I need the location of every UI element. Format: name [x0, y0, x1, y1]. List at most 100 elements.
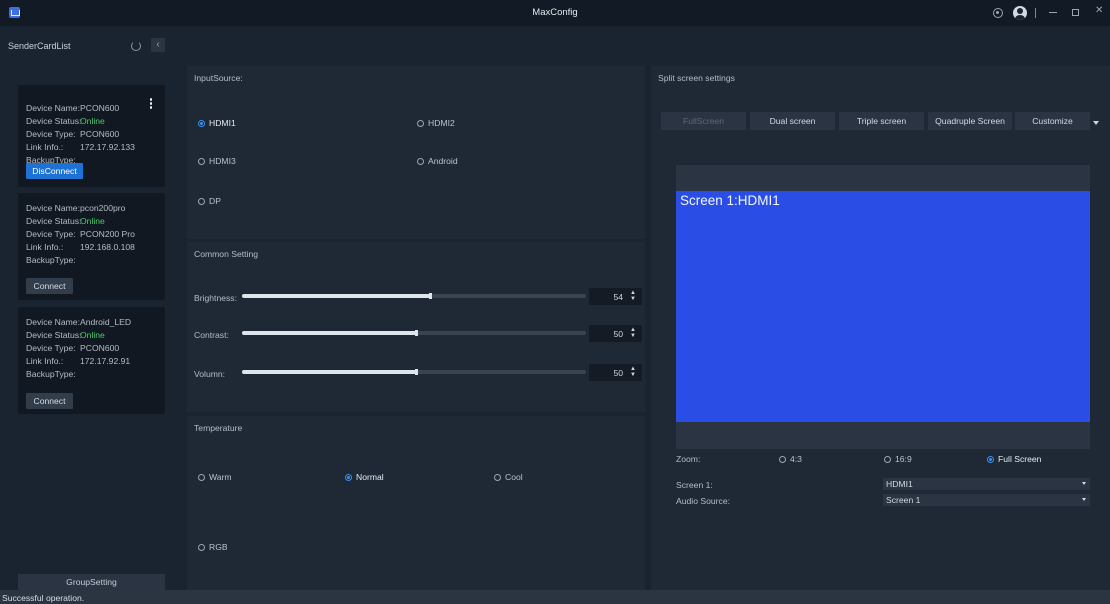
status-message: Successful operation. — [2, 593, 85, 603]
volume-value[interactable]: 50 — [613, 368, 623, 378]
device-name-row: Device Name:Android_LED — [26, 317, 132, 327]
link-info-value: 172.17.92.133 — [80, 142, 135, 152]
device-name-row: Device Name:PCON600 — [26, 103, 120, 113]
status-bar: Successful operation. — [0, 590, 1110, 604]
temp-rgb-radio[interactable]: RGB — [198, 542, 228, 552]
zoom-4-3-radio[interactable]: 4:3 — [779, 454, 802, 464]
spin-arrows-icon[interactable]: ▲ ▼ — [630, 366, 636, 378]
user-avatar-icon[interactable] — [1013, 6, 1027, 20]
brightness-spinbox[interactable]: 54 ▲ ▼ — [589, 288, 642, 305]
radio-unchecked-icon — [198, 197, 205, 205]
radio-checked-icon — [345, 473, 352, 481]
chevron-down-icon — [1082, 498, 1086, 501]
input-hdmi1-radio[interactable]: HDMI1 — [198, 118, 236, 128]
contrast-label: Contrast: — [194, 330, 229, 340]
link-info-value: 172.17.92.91 — [80, 356, 131, 366]
tab-triple-screen[interactable]: Triple screen — [839, 112, 924, 130]
connect-button[interactable]: Connect — [26, 393, 73, 409]
collapse-chevron-icon[interactable]: ‹ — [151, 38, 165, 52]
tab-dual-screen[interactable]: Dual screen — [750, 112, 835, 130]
device-type-value: PCON600 — [80, 343, 120, 353]
brightness-slider[interactable] — [242, 293, 586, 299]
brightness-value[interactable]: 54 — [613, 292, 623, 302]
volume-label: Volumn: — [194, 369, 226, 379]
title-bar: MaxConfig ✕ — [0, 0, 1110, 26]
split-screen-title: Split screen settings — [658, 73, 735, 83]
settings-icon[interactable] — [993, 8, 1003, 18]
input-hdmi2-radio[interactable]: HDMI2 — [417, 118, 455, 128]
radio-unchecked-icon — [417, 119, 424, 127]
device-status-value: Online — [80, 116, 105, 126]
sender-card-list-header: SenderCardList ‹ — [0, 28, 180, 66]
group-setting-button[interactable]: GroupSetting — [18, 574, 165, 590]
device-type-row: Device Type: PCON600 — [26, 129, 120, 139]
contrast-value[interactable]: 50 — [613, 329, 623, 339]
refresh-icon[interactable] — [131, 41, 141, 51]
audio-source-label: Audio Source: — [676, 496, 730, 506]
temp-cool-radio[interactable]: Cool — [494, 472, 523, 482]
input-android-radio[interactable]: Android — [417, 156, 458, 166]
radio-checked-icon — [987, 455, 994, 463]
common-setting-panel: Common Setting Brightness: 54 ▲ ▼ Contrast… — [187, 242, 645, 412]
chevron-down-icon — [1082, 482, 1086, 485]
device-name-value: Android_LED — [80, 317, 132, 327]
contrast-slider-fill[interactable] — [242, 330, 419, 336]
screen1-label: Screen 1: — [676, 480, 713, 490]
tab-fullscreen[interactable]: FullScreen — [661, 112, 746, 130]
device-type-row: Device Type: PCON200 Pro — [26, 229, 135, 239]
close-icon[interactable]: ✕ — [1095, 6, 1103, 16]
volume-slider[interactable] — [242, 369, 586, 375]
device-name-value: pcon200pro — [80, 203, 126, 213]
audio-source-select[interactable]: Screen 1 — [883, 494, 1090, 506]
zoom-16-9-radio[interactable]: 16:9 — [884, 454, 912, 464]
spin-arrows-icon[interactable]: ▲ ▼ — [630, 327, 636, 339]
zoom-full-screen-radio[interactable]: Full Screen — [987, 454, 1041, 464]
sender-card-pcon600: Device Name:PCON600 Device Status:Online… — [18, 85, 165, 187]
volume-spinbox[interactable]: 50 ▲ ▼ — [589, 364, 642, 381]
spin-arrows-icon[interactable]: ▲ ▼ — [630, 290, 636, 302]
maximize-icon[interactable] — [1072, 9, 1079, 16]
temperature-panel: Temperature Warm Normal Cool RGB — [187, 416, 645, 590]
connect-button[interactable]: Connect — [26, 278, 73, 294]
device-status-row: Device Status:Online — [26, 330, 105, 340]
screen1-select[interactable]: HDMI1 — [883, 478, 1090, 490]
titlebar-divider — [1035, 8, 1036, 18]
zoom-label: Zoom: — [676, 454, 701, 464]
disconnect-button[interactable]: DisConnect — [26, 163, 83, 179]
radio-unchecked-icon — [884, 455, 891, 463]
device-name-value: PCON600 — [80, 103, 120, 113]
link-info-value: 192.168.0.108 — [80, 242, 135, 252]
link-info-row: Link Info.: 192.168.0.108 — [26, 242, 135, 252]
radio-unchecked-icon — [494, 473, 501, 481]
backup-type-row: BackupType: — [26, 255, 76, 265]
tab-quadruple-screen[interactable]: Quadruple Screen — [928, 112, 1012, 130]
radio-checked-icon — [198, 119, 205, 127]
brightness-label: Brightness: — [194, 293, 237, 303]
window-title: MaxConfig — [532, 7, 578, 18]
sender-card-pcon200pro: Device Name:pcon200pro Device Status:Onl… — [18, 193, 165, 300]
tab-scroll-down-icon[interactable] — [1093, 121, 1099, 125]
device-type-value: PCON600 — [80, 129, 120, 139]
temp-warm-radio[interactable]: Warm — [198, 472, 232, 482]
sender-card-android-led: Device Name:Android_LED Device Status:On… — [18, 307, 165, 414]
input-source-panel: InputSource: HDMI1 HDMI2 HDMI3 Android D… — [187, 66, 645, 239]
radio-unchecked-icon — [198, 157, 205, 165]
volume-slider-fill[interactable] — [242, 369, 419, 375]
preview-screen-label: Screen 1:HDMI1 — [680, 193, 780, 208]
link-info-row: Link Info.: 172.17.92.91 — [26, 356, 131, 366]
brightness-slider-fill[interactable] — [242, 293, 433, 299]
device-status-row: Device Status:Online — [26, 116, 105, 126]
minimize-icon[interactable] — [1049, 12, 1057, 13]
preview-screen-1[interactable]: Screen 1:HDMI1 — [676, 191, 1090, 422]
temp-normal-radio[interactable]: Normal — [345, 472, 384, 482]
more-options-icon[interactable] — [148, 98, 154, 110]
input-hdmi3-radio[interactable]: HDMI3 — [198, 156, 236, 166]
radio-unchecked-icon — [779, 455, 786, 463]
input-dp-radio[interactable]: DP — [198, 196, 221, 206]
contrast-slider[interactable] — [242, 330, 586, 336]
device-status-row: Device Status:Online — [26, 216, 105, 226]
contrast-spinbox[interactable]: 50 ▲ ▼ — [589, 325, 642, 342]
radio-unchecked-icon — [198, 473, 205, 481]
device-status-value: Online — [80, 330, 105, 340]
tab-customize[interactable]: Customize — [1015, 112, 1090, 130]
